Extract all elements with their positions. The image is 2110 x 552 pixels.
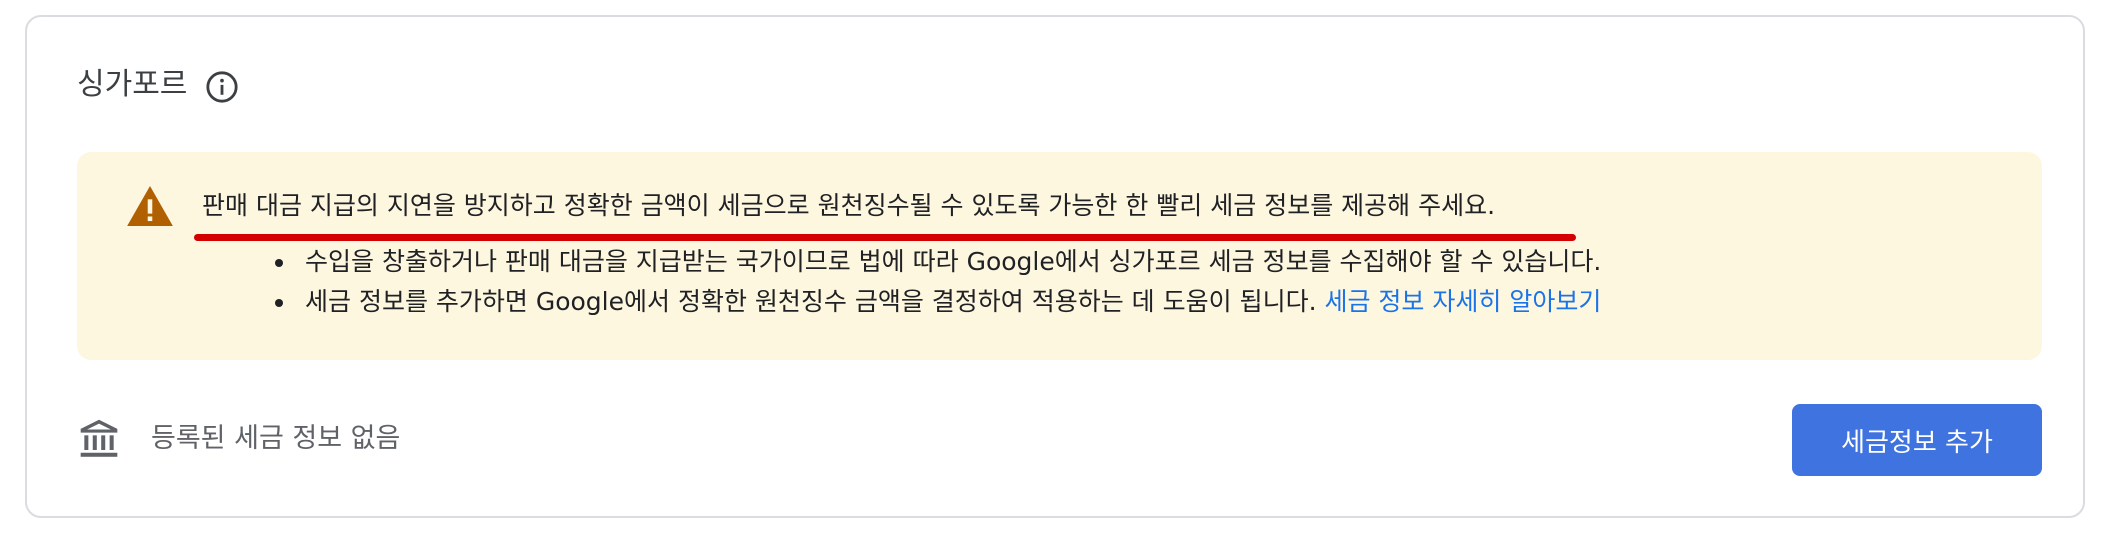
add-tax-info-button[interactable]: 세금정보 추가: [1792, 404, 2042, 476]
warning-icon: [127, 186, 173, 226]
list-item: 세금 정보를 추가하면 Google에서 정확한 원천징수 금액을 결정하여 적…: [275, 282, 1601, 322]
info-icon[interactable]: [205, 70, 239, 104]
bullet-text: 수입을 창출하거나 판매 대금을 지급받는 국가이므로 법에 따라 Google…: [305, 247, 1602, 276]
section-header: 싱가포르: [77, 65, 239, 105]
warning-banner: 판매 대금 지급의 지연을 방지하고 정확한 금액이 세금으로 원천징수될 수 …: [77, 152, 2042, 360]
list-item: 수입을 창출하거나 판매 대금을 지급받는 국가이므로 법에 따라 Google…: [275, 242, 1601, 282]
tax-info-card: 싱가포르 판매 대금 지급의 지연을 방지하고 정확한 금액이 세금으로 원천징…: [25, 15, 2085, 518]
learn-more-link[interactable]: 세금 정보 자세히 알아보기: [1324, 287, 1601, 316]
highlight-underline: [194, 234, 1576, 241]
tax-info-status-row: 등록된 세금 정보 없음: [77, 417, 400, 461]
no-tax-info-text: 등록된 세금 정보 없음: [151, 423, 401, 454]
warning-message: 판매 대금 지급의 지연을 방지하고 정확한 금액이 세금으로 원천징수될 수 …: [202, 191, 1496, 220]
section-title: 싱가포르: [77, 67, 188, 102]
bullet-text: 세금 정보를 추가하면 Google에서 정확한 원천징수 금액을 결정하여 적…: [305, 287, 1325, 316]
warning-bullet-list: 수입을 창출하거나 판매 대금을 지급받는 국가이므로 법에 따라 Google…: [275, 242, 1601, 322]
bank-icon: [77, 417, 121, 461]
